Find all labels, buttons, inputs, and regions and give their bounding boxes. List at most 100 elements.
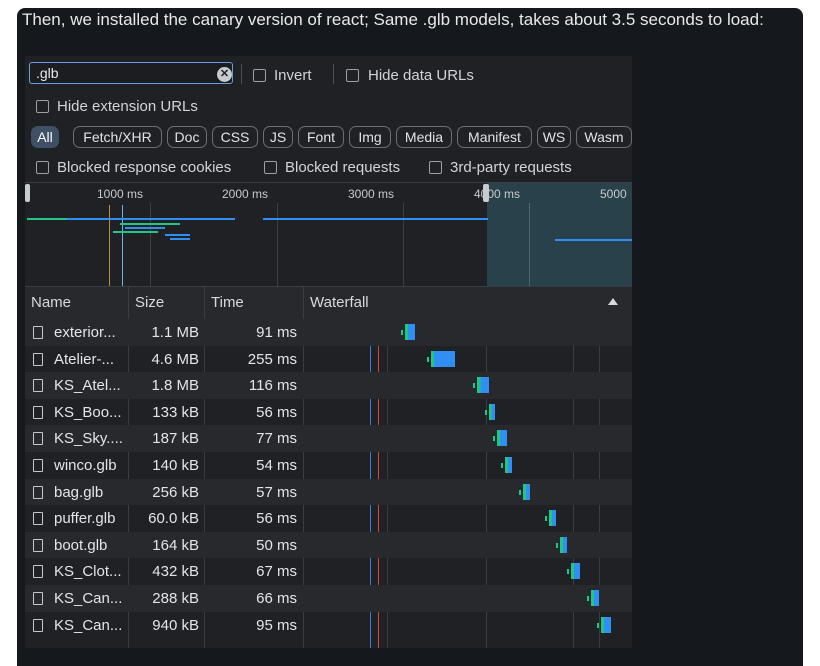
file-icon bbox=[33, 459, 43, 472]
filter-chip-fetch-xhr[interactable]: Fetch/XHR bbox=[73, 126, 162, 148]
sort-ascending-icon[interactable] bbox=[608, 298, 618, 305]
waterfall-bar bbox=[505, 457, 512, 473]
file-icon bbox=[33, 592, 43, 605]
grid-line bbox=[150, 203, 151, 286]
filter-chip-wasm[interactable]: Wasm bbox=[576, 126, 632, 148]
request-name: exterior... bbox=[54, 324, 116, 341]
overview-right-handle[interactable] bbox=[483, 184, 489, 202]
request-size: 60.0 kB bbox=[148, 510, 199, 528]
file-icon bbox=[33, 618, 43, 632]
tick-label: 3000 ms bbox=[348, 187, 395, 201]
waterfall-bar bbox=[601, 616, 611, 633]
request-size: 140 kB bbox=[152, 457, 199, 474]
waterfall-bar bbox=[549, 510, 556, 527]
filter-chip-css[interactable]: CSS bbox=[212, 126, 258, 148]
tick-label: 4000 ms bbox=[474, 187, 521, 201]
filter-chip-font[interactable]: Font bbox=[298, 126, 344, 148]
waterfall-wait-bar bbox=[401, 330, 403, 335]
tweet-text: Then, we installed the canary version of… bbox=[22, 10, 764, 29]
waterfall-wait-bar bbox=[567, 569, 569, 575]
request-table-header: Name Size Time Waterfall bbox=[25, 286, 632, 320]
request-name: KS_Boo... bbox=[54, 403, 122, 421]
waterfall-wait-bar bbox=[519, 489, 521, 495]
waterfall-wait-bar bbox=[501, 463, 503, 468]
column-divider[interactable] bbox=[128, 287, 129, 319]
separator bbox=[241, 64, 242, 84]
column-divider[interactable] bbox=[303, 287, 304, 319]
blocked-cookies-label: Blocked response cookies bbox=[57, 159, 232, 176]
request-size: 1.1 MB bbox=[151, 324, 199, 341]
tick-label: 5000 bbox=[600, 187, 627, 201]
request-name: KS_Sky.... bbox=[54, 430, 123, 448]
request-name: KS_Can... bbox=[54, 616, 123, 634]
file-icon bbox=[33, 405, 43, 419]
activity-bar bbox=[555, 239, 632, 241]
filter-chip-ws[interactable]: WS bbox=[537, 126, 571, 148]
overview-left-handle[interactable] bbox=[25, 184, 30, 202]
request-time: 116 ms bbox=[248, 377, 297, 395]
request-table-body: exterior... 1.1 MB 91 ms Atelier-... 4.6… bbox=[25, 319, 632, 648]
column-header-waterfall[interactable]: Waterfall bbox=[310, 294, 369, 311]
column-header-name[interactable]: Name bbox=[31, 294, 71, 311]
table-row[interactable]: boot.glb 164 kB 50 ms bbox=[25, 531, 632, 559]
request-time: 67 ms bbox=[256, 563, 297, 581]
blocked-cookies-checkbox[interactable] bbox=[36, 161, 49, 174]
filter-chip-doc[interactable]: Doc bbox=[167, 126, 207, 148]
third-party-checkbox[interactable] bbox=[429, 161, 442, 174]
waterfall-bar bbox=[477, 377, 489, 394]
filter-chip-all[interactable]: All bbox=[31, 126, 59, 148]
request-name: KS_Clot... bbox=[54, 563, 122, 581]
file-icon bbox=[33, 538, 43, 552]
activity-bar bbox=[120, 223, 180, 225]
activity-bar bbox=[67, 218, 177, 220]
hide-extension-urls-checkbox[interactable] bbox=[36, 100, 49, 113]
waterfall-bar bbox=[560, 536, 567, 553]
filter-chip-img[interactable]: Img bbox=[349, 126, 391, 148]
waterfall-wait-bar bbox=[473, 383, 475, 389]
timeline-overview[interactable]: 1000 ms 2000 ms 3000 ms 4000 ms 5000 bbox=[25, 182, 632, 286]
filter-chip-media[interactable]: Media bbox=[396, 126, 452, 148]
third-party-label: 3rd-party requests bbox=[450, 159, 572, 176]
invert-checkbox[interactable] bbox=[253, 69, 266, 82]
table-row[interactable]: KS_Atel... 1.8 MB 116 ms bbox=[25, 372, 632, 399]
file-icon bbox=[33, 565, 43, 579]
filter-input[interactable]: .glb bbox=[29, 62, 233, 84]
request-name: KS_Atel... bbox=[54, 377, 121, 395]
table-row[interactable]: exterior... 1.1 MB 91 ms bbox=[25, 319, 632, 346]
waterfall-bar bbox=[497, 430, 507, 447]
table-row[interactable]: Atelier-... 4.6 MB 255 ms bbox=[25, 346, 632, 373]
hide-extension-urls-label: Hide extension URLs bbox=[57, 98, 198, 115]
request-time: 77 ms bbox=[256, 430, 297, 448]
table-row[interactable]: KS_Sky.... 187 kB 77 ms bbox=[25, 425, 632, 452]
waterfall-wait-bar bbox=[493, 436, 495, 442]
table-row[interactable]: KS_Can... 940 kB 95 ms bbox=[25, 612, 632, 639]
column-divider[interactable] bbox=[204, 287, 205, 319]
file-icon bbox=[33, 326, 43, 339]
grid-line bbox=[277, 203, 278, 286]
request-time: 56 ms bbox=[256, 510, 297, 528]
column-header-size[interactable]: Size bbox=[135, 294, 164, 311]
devtools-network-panel: .glb ✕ Invert Hide data URLs Hide extens… bbox=[25, 56, 632, 648]
grid-line bbox=[529, 203, 530, 286]
filter-chip-js[interactable]: JS bbox=[263, 126, 293, 148]
activity-bar bbox=[27, 218, 67, 220]
filter-chip-manifest[interactable]: Manifest bbox=[457, 126, 532, 148]
table-row[interactable]: KS_Boo... 133 kB 56 ms bbox=[25, 399, 632, 426]
table-row[interactable]: winco.glb 140 kB 54 ms bbox=[25, 452, 632, 479]
clear-filter-icon[interactable]: ✕ bbox=[217, 67, 232, 82]
hide-data-urls-checkbox[interactable] bbox=[346, 69, 359, 82]
blocked-requests-checkbox[interactable] bbox=[264, 161, 277, 174]
hide-data-urls-label: Hide data URLs bbox=[368, 67, 474, 84]
table-row[interactable]: bag.glb 256 kB 57 ms bbox=[25, 478, 632, 506]
file-icon bbox=[33, 432, 43, 446]
waterfall-wait-bar bbox=[597, 622, 599, 628]
waterfall-bar bbox=[489, 403, 495, 420]
waterfall-bar bbox=[405, 324, 415, 340]
request-name: puffer.glb bbox=[54, 510, 116, 528]
activity-bar bbox=[113, 231, 158, 233]
table-row[interactable]: KS_Clot... 432 kB 67 ms bbox=[25, 558, 632, 585]
file-icon bbox=[33, 485, 43, 499]
table-row[interactable]: puffer.glb 60.0 kB 56 ms bbox=[25, 505, 632, 532]
column-header-time[interactable]: Time bbox=[211, 294, 244, 311]
table-row[interactable]: KS_Can... 288 kB 66 ms bbox=[25, 585, 632, 612]
